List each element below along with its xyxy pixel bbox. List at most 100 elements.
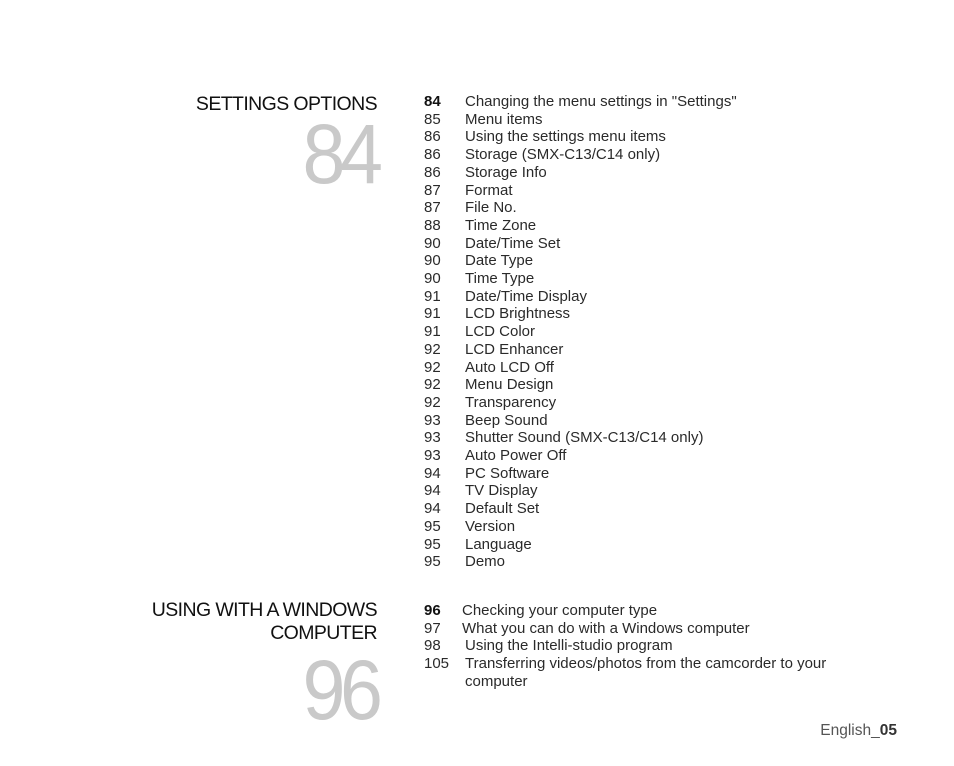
toc-entry[interactable]: 93 Beep Sound [424, 412, 737, 430]
toc-entry-text: Language [465, 535, 532, 553]
toc-entry-text: Menu items [465, 110, 543, 128]
toc-page-number: 95 [424, 535, 441, 553]
section-number-84: 84 [296, 107, 382, 201]
toc-page-number: 93 [424, 447, 441, 465]
section-number-96: 96 [296, 643, 382, 737]
toc-entry[interactable]: 94 TV Display [424, 482, 737, 500]
toc-entry[interactable]: 91 Date/Time Display [424, 288, 737, 306]
toc-entry-text: Default Set [465, 500, 540, 518]
toc-page-number: 93 [424, 429, 441, 447]
toc-page-number: 90 [424, 270, 441, 288]
toc-entry-text: Shutter Sound (SMX-C13/C14 only) [465, 429, 704, 447]
toc-entry[interactable]: 97 What you can do with a Windows compute… [424, 620, 845, 638]
toc-entry-text: Demo [465, 553, 506, 571]
footer-language: English_ [820, 722, 880, 739]
toc-page-number: 88 [424, 216, 441, 234]
toc-entry[interactable]: 91 LCD Color [424, 323, 737, 341]
toc-entry-text: Checking your computer type [462, 602, 658, 619]
toc-entry-text: LCD Enhancer [465, 340, 564, 358]
toc-entry-text: Using the Intelli-studio program [465, 637, 673, 655]
toc-entry[interactable]: 92 Menu Design [424, 376, 737, 394]
toc-page-number: 87 [424, 181, 441, 199]
toc-entry[interactable]: 95 Version [424, 518, 737, 536]
toc-entry-text: LCD Color [465, 323, 536, 341]
toc-entry[interactable]: 85 Menu items [424, 111, 737, 129]
toc-entry[interactable]: 87 Format [424, 182, 737, 200]
toc-entry-text: Version [465, 517, 516, 535]
toc-entry[interactable]: 93 Shutter Sound (SMX-C13/C14 only) [424, 429, 737, 447]
toc-entry[interactable]: 92 Auto LCD Off [424, 359, 737, 377]
toc-page-number: 84 [424, 93, 441, 110]
toc-page-number: 92 [424, 393, 441, 411]
toc-list-settings-options: 84 Changing the menu settings in "Setting… [424, 93, 737, 571]
toc-entry[interactable]: 95 Language [424, 536, 737, 554]
toc-entry[interactable]: 87 File No. [424, 199, 737, 217]
toc-entry-text: Time Zone [465, 216, 537, 234]
toc-entry[interactable]: 88 Time Zone [424, 217, 737, 235]
toc-entry-text: Format [465, 181, 513, 199]
toc-page-number: 105 [424, 655, 450, 673]
toc-page-number: 85 [424, 110, 441, 128]
toc-entry-text: PC Software [465, 464, 550, 482]
toc-page-number: 95 [424, 553, 441, 571]
toc-page-number: 90 [424, 234, 441, 252]
toc-page-number: 95 [424, 517, 441, 535]
section-number-text: 96 [302, 643, 382, 737]
toc-entry-text: Storage Info [465, 163, 547, 181]
toc-page-number: 92 [424, 358, 441, 376]
toc-entry[interactable]: 91 LCD Brightness [424, 305, 737, 323]
toc-entry-text: Date Type [465, 252, 534, 270]
toc-entry-text: Auto LCD Off [465, 358, 554, 376]
toc-entry[interactable]: 94 Default Set [424, 500, 737, 518]
toc-entry-text: Date/Time Set [465, 234, 561, 252]
toc-page-number: 93 [424, 411, 441, 429]
toc-entry-text: Menu Design [465, 376, 554, 394]
section-title-line2: COMPUTER [270, 622, 377, 644]
section-title-using-with-windows: USING WITH A WINDOWS COMPUTER [151, 599, 378, 645]
toc-page-number: 96 [424, 602, 441, 619]
toc-entry-text: LCD Brightness [465, 305, 571, 323]
toc-list-using-with-windows: 96 Checking your computer type 97 What you … [424, 602, 845, 691]
toc-entry[interactable]: 93 Auto Power Off [424, 447, 737, 465]
toc-page-number: 92 [424, 340, 441, 358]
toc-entry[interactable]: 86 Storage (SMX-C13/C14 only) [424, 146, 737, 164]
toc-entry[interactable]: 92 LCD Enhancer [424, 341, 737, 359]
toc-entry[interactable]: 90 Time Type [424, 270, 737, 288]
toc-entry-text: Storage (SMX-C13/C14 only) [465, 146, 661, 164]
toc-entry[interactable]: 90 Date/Time Set [424, 235, 737, 253]
toc-entry[interactable]: 84 Changing the menu settings in "Setting… [424, 93, 737, 111]
toc-page-number: 91 [424, 287, 441, 305]
toc-page-number: 91 [424, 323, 441, 341]
toc-page-number: 94 [424, 500, 441, 518]
toc-entry[interactable]: 86 Storage Info [424, 164, 737, 182]
toc-entry-text: File No. [465, 199, 517, 217]
toc-entry[interactable]: 96 Checking your computer type [424, 602, 845, 620]
toc-entry-text: Changing the menu settings in "Settings" [465, 93, 737, 110]
section-number-text: 84 [302, 107, 382, 201]
toc-page-number: 90 [424, 252, 441, 270]
toc-entry[interactable]: 95 Demo [424, 553, 737, 571]
toc-entry[interactable]: 90 Date Type [424, 252, 737, 270]
toc-page-number: 86 [424, 128, 441, 146]
toc-page-number: 94 [424, 482, 441, 500]
toc-entry[interactable]: 105 Transferring videos/photos from the c… [424, 655, 845, 690]
toc-page-number: 94 [424, 464, 441, 482]
toc-page-number: 98 [424, 637, 441, 655]
footer-page-number: 05 [879, 722, 897, 739]
page-footer: English_05 [820, 722, 897, 740]
section-title-line1: USING WITH A WINDOWS [151, 599, 378, 621]
toc-entry[interactable]: 86 Using the settings menu items [424, 128, 737, 146]
toc-entry[interactable]: 94 PC Software [424, 465, 737, 483]
toc-entry-text: Beep Sound [465, 411, 548, 429]
toc-entry-text: Time Type [465, 270, 535, 288]
toc-entry-text: What you can do with a Windows computer [462, 619, 750, 637]
toc-entry[interactable]: 98 Using the Intelli-studio program [424, 637, 845, 655]
toc-entry-text: Auto Power Off [465, 447, 567, 465]
toc-entry-text: Transferring videos/photos from the camc… [465, 655, 827, 690]
toc-entry-text: Using the settings menu items [465, 128, 666, 146]
toc-entry[interactable]: 92 Transparency [424, 394, 737, 412]
toc-page-number: 86 [424, 146, 441, 164]
toc-page-number: 87 [424, 199, 441, 217]
toc-page-number: 92 [424, 376, 441, 394]
toc-page-number: 91 [424, 305, 441, 323]
